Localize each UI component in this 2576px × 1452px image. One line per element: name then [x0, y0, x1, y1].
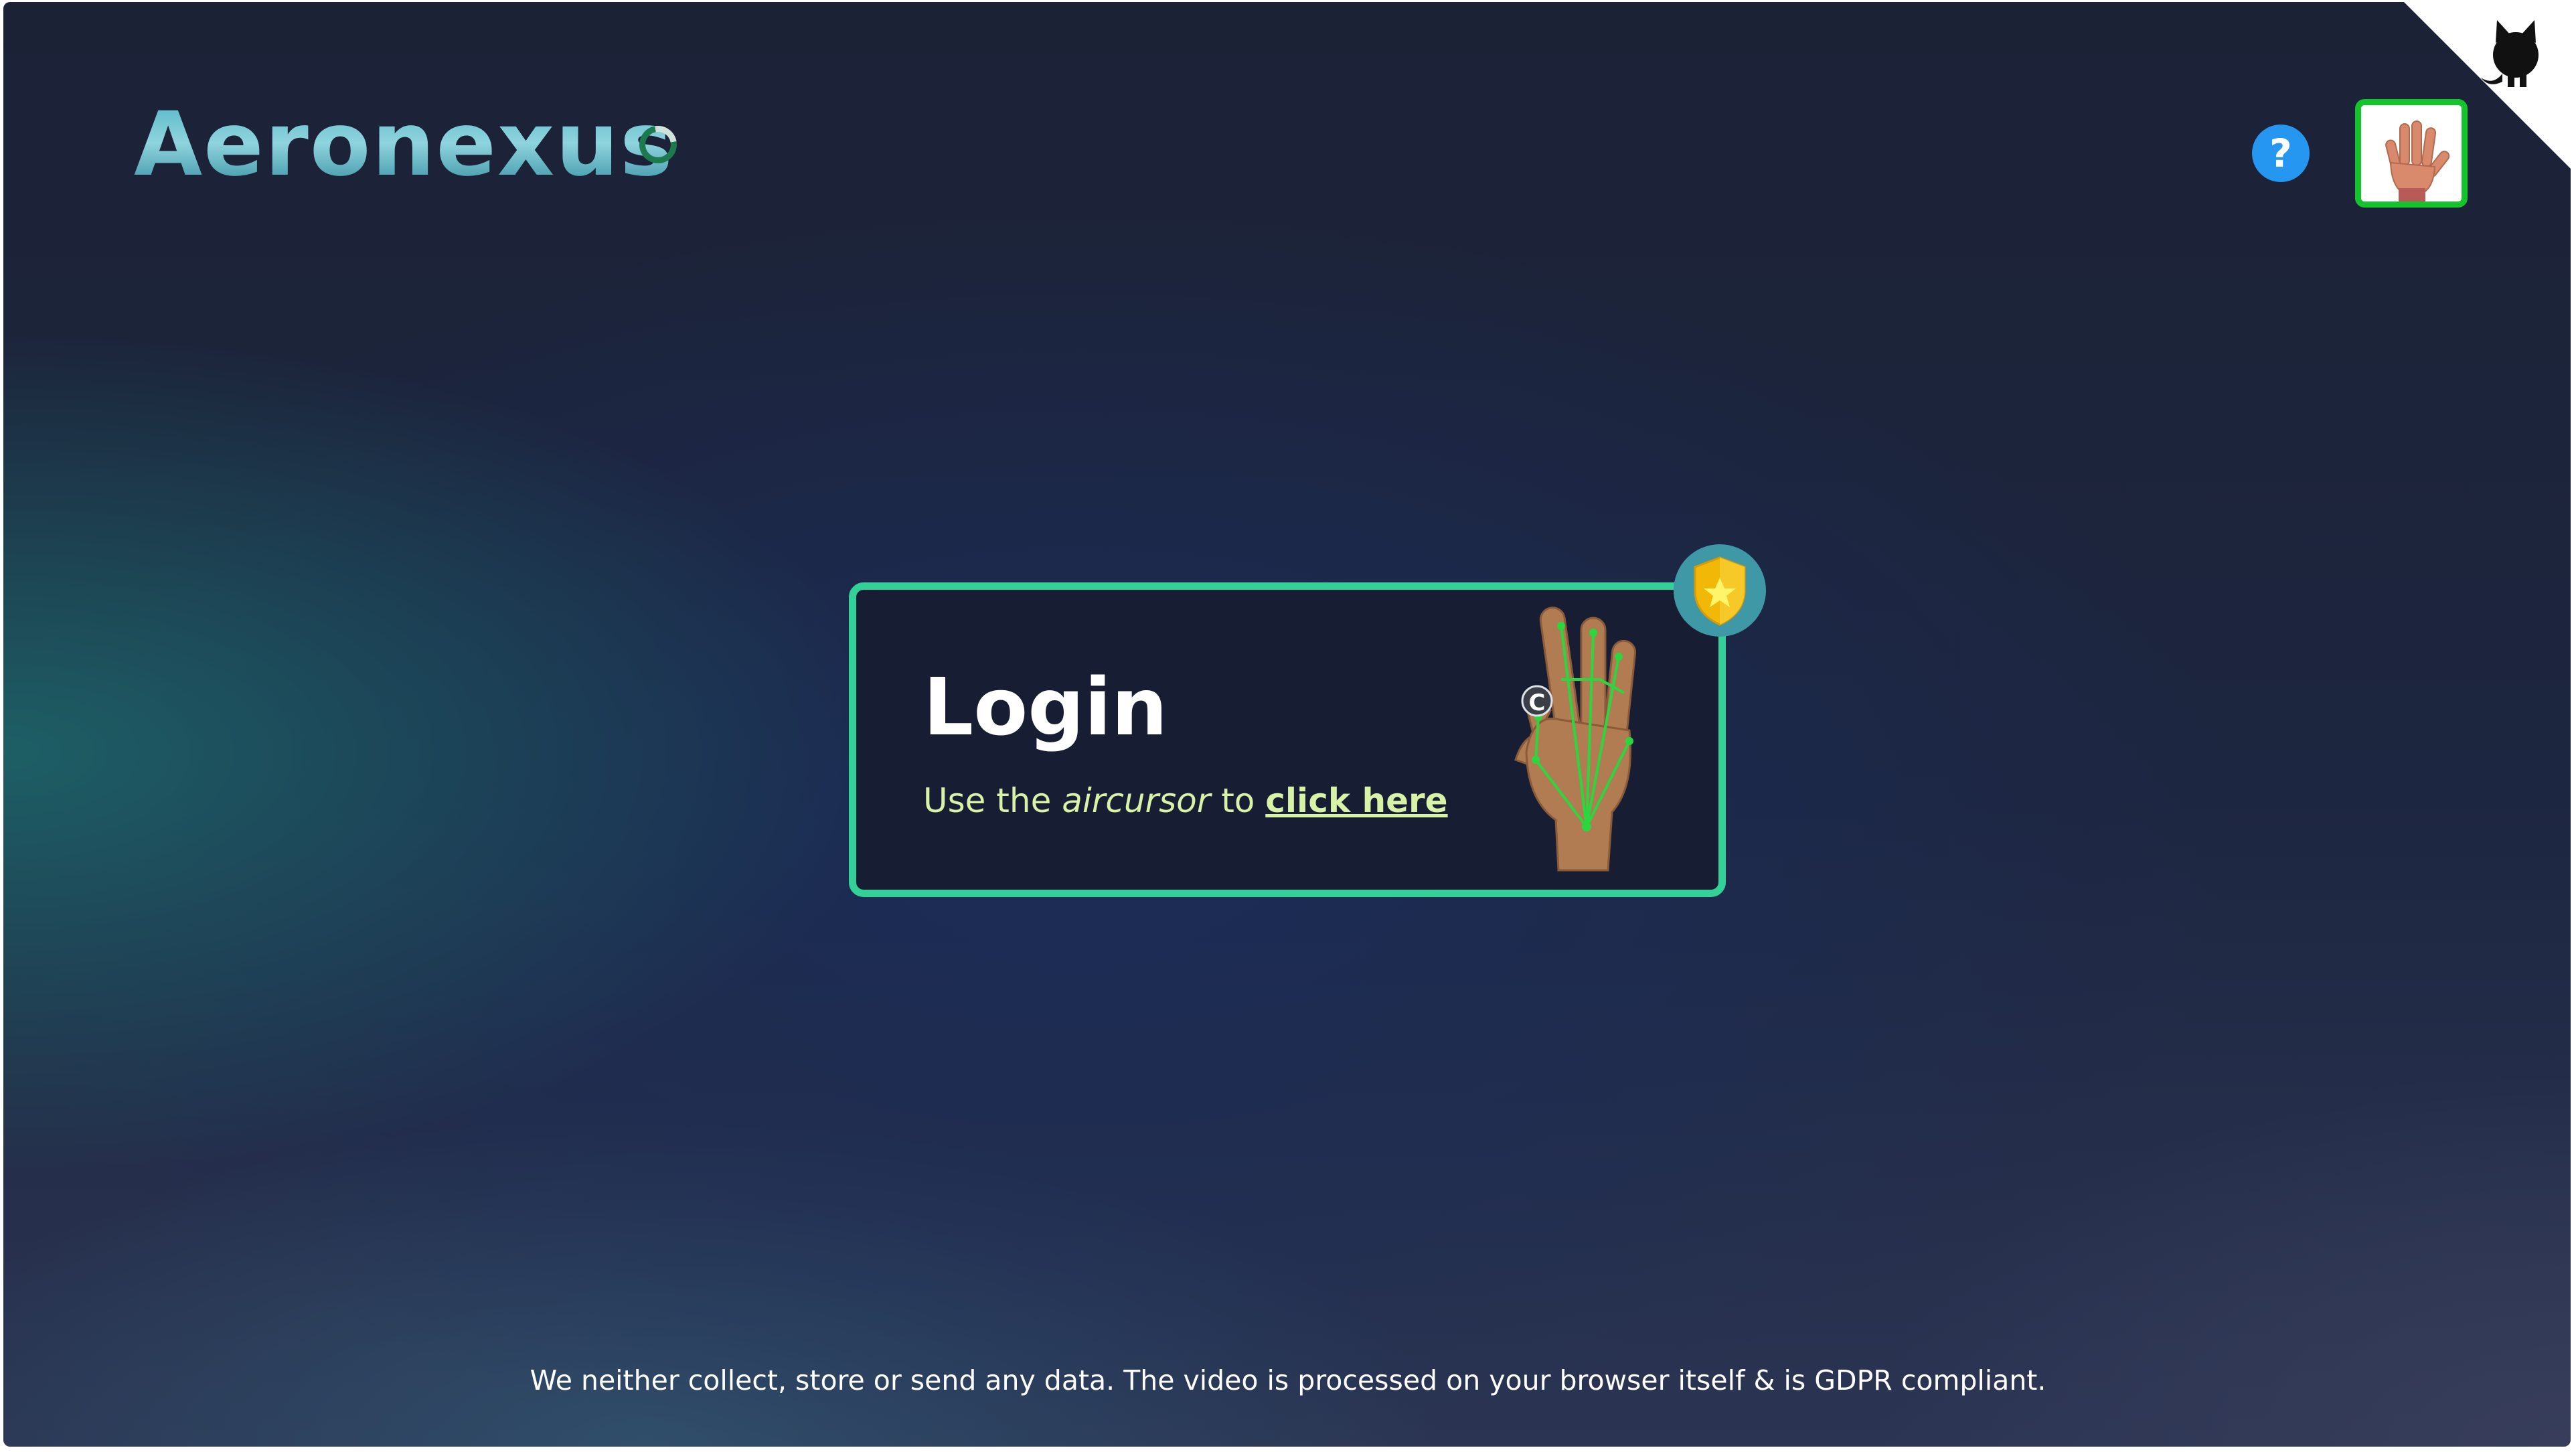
help-icon: ?: [2269, 131, 2292, 176]
cursor-marker: C: [1529, 690, 1546, 716]
ok-hand-gesture-icon: C: [1514, 607, 1637, 872]
help-button[interactable]: ?: [2252, 125, 2310, 182]
click-here-link[interactable]: click here: [1265, 781, 1447, 820]
login-instructions: Use the aircursor to click here: [923, 781, 1448, 821]
login-title: Login: [923, 661, 1168, 753]
shield-star-icon: [1694, 556, 1746, 626]
instruction-mid: to: [1210, 781, 1266, 820]
security-badge: [1674, 544, 1766, 637]
logo-text: Aeronexus: [134, 93, 674, 196]
aircursor-term: aircursor: [1062, 781, 1211, 820]
instruction-prefix: Use the: [923, 781, 1062, 820]
github-corner-icon[interactable]: [2402, 0, 2576, 174]
privacy-notice: We neither collect, store or send any da…: [530, 1364, 2046, 1396]
